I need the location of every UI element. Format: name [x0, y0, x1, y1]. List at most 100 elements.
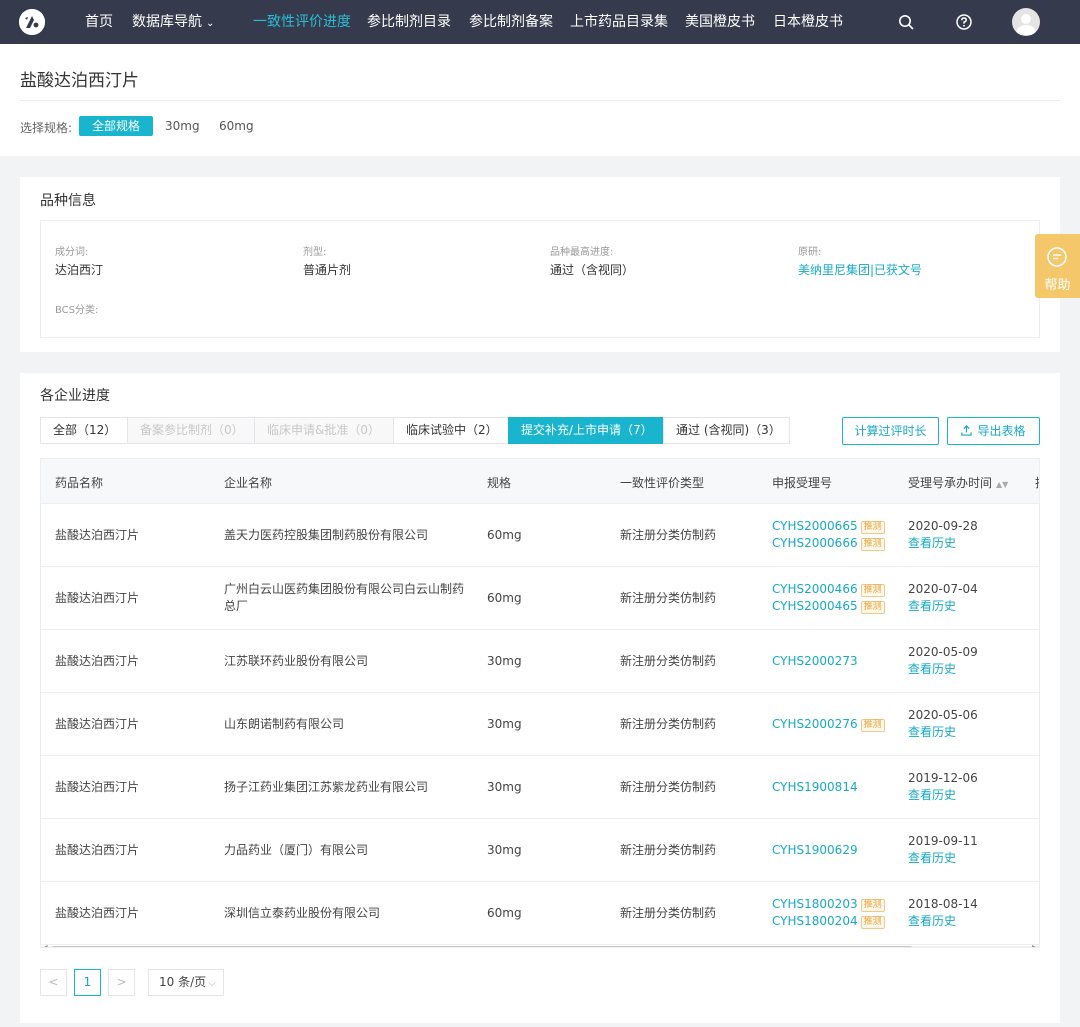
table-row: 盐酸达泊西汀片 广州白云山医药集团股份有限公司白云山制药 总厂 60mg 新注册分类仿制… — [41, 567, 1039, 630]
cell-eval-type: 新注册分类仿制药 — [620, 528, 717, 542]
page-title: 盐酸达泊西汀片 — [20, 71, 139, 91]
scroll-thumb[interactable] — [51, 946, 913, 947]
application-no-link[interactable]: CYHS2000276 推测 — [772, 716, 885, 733]
cell-accept-date: 2020-05-09 — [908, 645, 978, 659]
prev-page-button[interactable]: < — [40, 969, 67, 996]
cell-spec: 30mg — [487, 654, 522, 668]
spec-label: 选择规格: — [20, 121, 73, 135]
application-no: CYHS2000465 — [772, 599, 858, 613]
horizontal-scrollbar[interactable]: ◀ ▶ — [41, 944, 1039, 947]
cell-accept-date: 2018-08-14 — [908, 897, 978, 911]
cell-company: 深圳信立泰药业股份有限公司 — [224, 906, 381, 920]
cell-company: 广州白云山医药集团股份有限公司白云山制药 — [224, 582, 465, 596]
cell-eval-type: 新注册分类仿制药 — [620, 780, 717, 794]
view-history-link[interactable]: 查看历史 — [908, 913, 956, 930]
table-row: 盐酸达泊西汀片 江苏联环药业股份有限公司 30mg 新注册分类仿制药 CYHS20002… — [41, 630, 1039, 693]
calc-duration-button[interactable]: 计算过评时长 — [842, 417, 939, 445]
spec-option-60mg[interactable]: 60mg — [206, 116, 267, 136]
cell-company: 力品药业（厦门）有限公司 — [224, 843, 369, 857]
help-float-button[interactable]: 帮助 — [1035, 234, 1080, 298]
table-row: 盐酸达泊西汀片 扬子江药业集团江苏紫龙药业有限公司 30mg 新注册分类仿制药 CYHS… — [41, 756, 1039, 819]
application-no: CYHS2000466 — [772, 582, 858, 596]
upload-icon — [961, 425, 973, 436]
nav-reference-filing[interactable]: 参比制剂备案 — [469, 0, 553, 44]
cell-spec: 60mg — [487, 591, 522, 605]
col-spec[interactable]: 规格 — [487, 474, 511, 491]
spec-option-all[interactable]: 全部规格 — [79, 116, 154, 136]
application-no-link[interactable]: CYHS1800203 推测 — [772, 896, 885, 913]
cell-accept-date: 2020-05-06 — [908, 708, 978, 722]
col-cutoff: 抽 — [1035, 474, 1039, 491]
application-no: CYHS1800204 — [772, 914, 858, 928]
view-history-link[interactable]: 查看历史 — [908, 724, 956, 741]
view-history-link[interactable]: 查看历史 — [908, 787, 956, 804]
application-no: CYHS1900629 — [772, 843, 858, 857]
next-page-button[interactable]: > — [108, 969, 135, 996]
company-progress-title: 各企业进度 — [40, 388, 110, 404]
view-history-link[interactable]: 查看历史 — [908, 661, 956, 678]
cell-spec: 30mg — [487, 780, 522, 794]
col-application-no[interactable]: 申报受理号 — [772, 474, 832, 491]
cell-spec: 60mg — [487, 528, 522, 542]
tab-reference-filing[interactable]: 备案参比制剂（0） — [127, 417, 255, 444]
variety-info-box: 成分词: 达泊西汀 剂型: 普通片剂 品种最高进度: 通过（含视同） 原研: 美… — [40, 220, 1040, 338]
application-no-link[interactable]: CYHS2000465 推测 — [772, 598, 885, 615]
chevron-down-icon: ⌄ — [206, 18, 215, 29]
cell-spec: 30mg — [487, 843, 522, 857]
avatar[interactable] — [1012, 8, 1040, 36]
application-no: CYHS2000276 — [772, 717, 858, 731]
nav-us-orange-book[interactable]: 美国橙皮书 — [685, 0, 755, 44]
tab-clinical-application[interactable]: 临床申请&批准（0） — [254, 417, 394, 444]
application-no-link[interactable]: CYHS2000665 推测 — [772, 518, 885, 535]
tab-clinical-trial[interactable]: 临床试验中（2） — [393, 417, 509, 444]
estimate-badge: 推测 — [860, 719, 885, 732]
view-history-link[interactable]: 查看历史 — [908, 598, 956, 615]
origin-link[interactable]: 美纳里尼集团|已获文号 — [798, 261, 922, 278]
chat-icon — [1047, 247, 1067, 267]
view-history-link[interactable]: 查看历史 — [908, 535, 956, 552]
application-no: CYHS1800203 — [772, 897, 858, 911]
table-row: 盐酸达泊西汀片 深圳信立泰药业股份有限公司 60mg 新注册分类仿制药 CYHS1800… — [41, 882, 1039, 945]
tab-submitted[interactable]: 提交补充/上市申请（7） — [508, 417, 664, 444]
spec-option-30mg[interactable]: 30mg — [152, 116, 213, 136]
scroll-left-icon[interactable]: ◀ — [43, 944, 48, 947]
nav-listed-drugs[interactable]: 上市药品目录集 — [570, 0, 668, 44]
export-table-button[interactable]: 导出表格 — [947, 417, 1040, 445]
estimate-badge: 推测 — [860, 899, 885, 912]
page-1-button[interactable]: 1 — [74, 969, 101, 996]
cell-drug-name: 盐酸达泊西汀片 — [55, 843, 140, 857]
table-row: 盐酸达泊西汀片 力品药业（厦门）有限公司 30mg 新注册分类仿制药 CYHS19006… — [41, 819, 1039, 882]
cell-company: 盖天力医药控股集团制药股份有限公司 — [224, 528, 429, 542]
logo-icon[interactable] — [19, 9, 45, 35]
page-size-select[interactable]: 10 条/页 ⌵ — [148, 969, 224, 996]
table-row: 盐酸达泊西汀片 盖天力医药控股集团制药股份有限公司 60mg 新注册分类仿制药 CYHS… — [41, 504, 1039, 567]
scroll-right-icon[interactable]: ▶ — [1032, 944, 1037, 947]
origin-label: 原研: — [798, 247, 822, 258]
application-no-link[interactable]: CYHS1900814 — [772, 779, 858, 796]
application-no-link[interactable]: CYHS1800204 推测 — [772, 913, 885, 930]
tab-passed[interactable]: 通过 (含视同)（3） — [663, 417, 790, 444]
application-no-link[interactable]: CYHS2000466 推测 — [772, 581, 885, 598]
col-company[interactable]: 企业名称 — [224, 474, 272, 491]
tab-all[interactable]: 全部（12） — [40, 417, 128, 444]
nav-database[interactable]: 数据库导航 ⌄ — [132, 0, 214, 44]
col-accept-date[interactable]: 受理号承办时间 ▲▼ — [908, 474, 1008, 491]
cell-company-cont: 总厂 — [224, 599, 249, 613]
application-no-link[interactable]: CYHS2000666 推测 — [772, 535, 885, 552]
application-no-link[interactable]: CYHS2000273 — [772, 653, 858, 670]
sort-icon[interactable]: ▲▼ — [996, 480, 1008, 489]
col-drug-name[interactable]: 药品名称 — [55, 474, 103, 491]
variety-info-title: 品种信息 — [40, 193, 96, 209]
search-icon[interactable] — [897, 13, 915, 31]
view-history-link[interactable]: 查看历史 — [908, 850, 956, 867]
cell-drug-name: 盐酸达泊西汀片 — [55, 654, 140, 668]
ingredient-value: 达泊西汀 — [55, 263, 104, 277]
nav-jp-orange-book[interactable]: 日本橙皮书 — [773, 0, 843, 44]
nav-consistency-progress[interactable]: 一致性评价进度 — [253, 0, 351, 44]
nav-reference-catalog[interactable]: 参比制剂目录 — [367, 0, 451, 44]
application-no-link[interactable]: CYHS1900629 — [772, 842, 858, 859]
nav-home[interactable]: 首页 — [85, 0, 113, 44]
cell-drug-name: 盐酸达泊西汀片 — [55, 906, 140, 920]
help-circle-icon[interactable] — [955, 13, 973, 31]
col-eval-type[interactable]: 一致性评价类型 — [620, 474, 704, 491]
